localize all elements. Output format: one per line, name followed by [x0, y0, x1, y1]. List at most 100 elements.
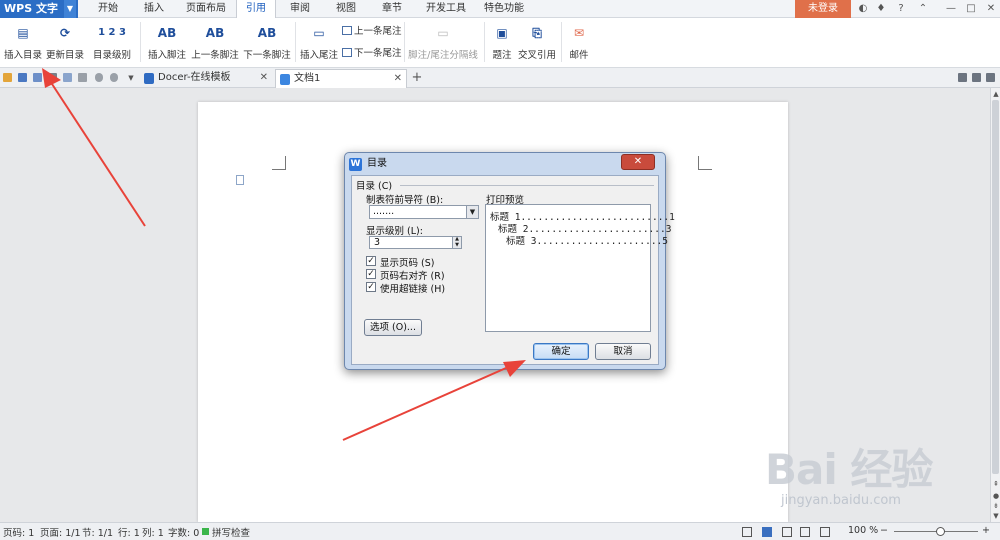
scroll-up-icon[interactable]: ▲ — [992, 90, 1000, 98]
status-bar: 页码: 1 页面: 1/1 节: 1/1 行: 1 列: 1 字数: 0 拼写检… — [0, 522, 1000, 540]
spinner-arrows-icon[interactable]: ▲ ▼ — [452, 236, 461, 248]
insert-endnote-button[interactable]: ▭ 插入尾注 — [299, 21, 339, 61]
separator-button[interactable]: ▭ 脚注/尾注分隔线 — [408, 21, 478, 61]
save-as-icon[interactable] — [33, 73, 42, 82]
next-endnote-icon — [342, 48, 352, 57]
next-endnote-button[interactable]: 下一条尾注 — [342, 45, 402, 59]
mail-button[interactable]: ✉ 邮件 — [565, 21, 593, 61]
close-icon[interactable]: ✕ — [984, 0, 998, 18]
fullscreen-icon[interactable] — [742, 527, 752, 537]
status-spell-check[interactable]: 拼写检查 — [212, 525, 250, 539]
prev-endnote-icon — [342, 26, 352, 35]
pane-icon[interactable] — [972, 73, 981, 82]
tab-view[interactable]: 视图 — [330, 0, 362, 18]
undo-icon[interactable] — [95, 73, 103, 82]
leader-label: 制表符前导符 (B): — [366, 195, 444, 206]
zoom-slider-handle[interactable] — [936, 527, 945, 536]
tab-insert[interactable]: 插入 — [138, 0, 170, 18]
vertical-scrollbar[interactable]: ▲ ⇞ ● ⇟ ▼ — [990, 88, 1000, 522]
insert-toc-icon: ▤ — [17, 26, 29, 40]
options-button[interactable]: 选项 (O)... — [364, 319, 422, 336]
insert-footnote-button[interactable]: AB 插入脚注 — [146, 21, 188, 61]
help-icon[interactable]: ? — [892, 0, 910, 18]
web-view-icon[interactable] — [800, 527, 810, 537]
update-toc-button[interactable]: ⟳ 更新目录 — [45, 21, 85, 61]
zoom-in-icon[interactable]: + — [982, 525, 990, 536]
format-painter-icon[interactable] — [78, 73, 87, 82]
ok-button[interactable]: 确定 — [533, 343, 589, 360]
tab-chapter[interactable]: 章节 — [376, 0, 408, 18]
page-view-icon[interactable] — [762, 527, 772, 537]
prev-endnote-label: 上一条尾注 — [354, 26, 402, 37]
right-align-checkbox[interactable]: ✓ — [366, 269, 376, 279]
redo-icon[interactable] — [110, 73, 118, 82]
zoom-out-icon[interactable]: − — [880, 525, 888, 536]
mail-label: 邮件 — [569, 50, 589, 61]
group-divider — [400, 185, 654, 186]
save-icon[interactable] — [18, 73, 27, 82]
cross-ref-button[interactable]: ⎘ 交叉引用 — [517, 21, 557, 61]
show-page-numbers-checkbox[interactable]: ✓ — [366, 256, 376, 266]
chevron-down-icon[interactable]: ▼ — [466, 206, 478, 218]
tab-page-layout[interactable]: 页面布局 — [182, 0, 230, 18]
shirt-icon[interactable]: ♦ — [874, 0, 888, 18]
collapse-ribbon-icon[interactable]: ⌃ — [916, 0, 930, 18]
read-view-icon[interactable] — [820, 527, 830, 537]
update-toc-icon: ⟳ — [59, 26, 71, 40]
update-toc-label: 更新目录 — [45, 50, 84, 61]
paragraph-icon[interactable] — [236, 175, 244, 185]
prev-page-icon[interactable]: ⇞ — [992, 480, 1000, 488]
login-button[interactable]: 未登录 — [795, 0, 851, 18]
browse-object-icon[interactable]: ● — [992, 492, 1000, 500]
caption-icon: ▣ — [496, 26, 508, 40]
insert-toc-button[interactable]: ▤ 插入目录 — [3, 21, 43, 61]
tab-document1[interactable]: 文档1 ✕ — [275, 69, 407, 88]
cancel-button[interactable]: 取消 — [595, 343, 651, 360]
divider — [140, 22, 141, 62]
next-page-icon[interactable]: ⇟ — [992, 502, 1000, 510]
wps-app-button[interactable]: WPS 文字 ▼ — [0, 0, 78, 18]
chevron-down-icon[interactable]: ▼ — [126, 69, 136, 87]
zoom-level[interactable]: 100 % — [848, 525, 878, 536]
tab-features[interactable]: 特色功能 — [480, 0, 528, 18]
close-tab-icon[interactable]: ✕ — [394, 70, 402, 88]
divider — [404, 22, 405, 62]
watermark-url: jingyan.baidu.com — [781, 493, 901, 508]
hyperlink-checkbox[interactable]: ✓ — [366, 282, 376, 292]
close-tab-icon[interactable]: ✕ — [260, 69, 268, 87]
leader-select[interactable]: ....... ▼ — [369, 205, 479, 219]
print-icon[interactable] — [48, 73, 57, 82]
tab-home[interactable]: 开始 — [92, 0, 124, 18]
prev-footnote-button[interactable]: AB 上一条脚注 — [191, 21, 239, 61]
scroll-down-icon[interactable]: ▼ — [992, 512, 1000, 520]
levels-spinner[interactable]: 3 ▲ ▼ — [369, 236, 462, 249]
tab-review[interactable]: 审阅 — [284, 0, 316, 18]
tab-docer-templates[interactable]: Docer-在线模板 ✕ — [140, 69, 272, 88]
caption-label: 题注 — [492, 50, 512, 61]
pane-icon[interactable] — [958, 73, 967, 82]
scroll-thumb[interactable] — [992, 100, 999, 474]
chevron-down-icon[interactable]: ▼ — [64, 0, 76, 18]
outline-view-icon[interactable] — [782, 527, 792, 537]
tab-developer[interactable]: 开发工具 — [422, 0, 470, 18]
prev-endnote-button[interactable]: 上一条尾注 — [342, 23, 402, 37]
minimize-icon[interactable]: — — [944, 0, 958, 18]
toc-level-button[interactable]: 1 2 3 目录级别 — [88, 21, 136, 61]
open-folder-icon[interactable] — [3, 73, 12, 82]
new-tab-icon[interactable]: + — [410, 68, 424, 86]
pane-icon[interactable] — [986, 73, 995, 82]
tab-references[interactable]: 引用 — [236, 0, 276, 19]
next-footnote-icon: AB — [257, 26, 277, 40]
restore-icon[interactable]: □ — [964, 0, 978, 18]
margin-mark — [698, 156, 712, 170]
spell-check-icon[interactable] — [202, 528, 209, 535]
checkbox-label: 使用超链接 (H) — [380, 284, 446, 295]
next-footnote-button[interactable]: AB 下一条脚注 — [243, 21, 291, 61]
toc-dialog: W 目录 ✕ 目录 (C) 制表符前导符 (B): ....... ▼ 显示级别… — [344, 152, 675, 370]
close-button[interactable]: ✕ — [621, 154, 655, 170]
document-tab-bar: ▼ Docer-在线模板 ✕ 文档1 ✕ + — [0, 68, 1000, 88]
preview-icon[interactable] — [63, 73, 72, 82]
skin-icon[interactable]: ◐ — [856, 0, 870, 18]
prev-footnote-label: 上一条脚注 — [191, 50, 239, 61]
caption-button[interactable]: ▣ 题注 — [488, 21, 516, 61]
